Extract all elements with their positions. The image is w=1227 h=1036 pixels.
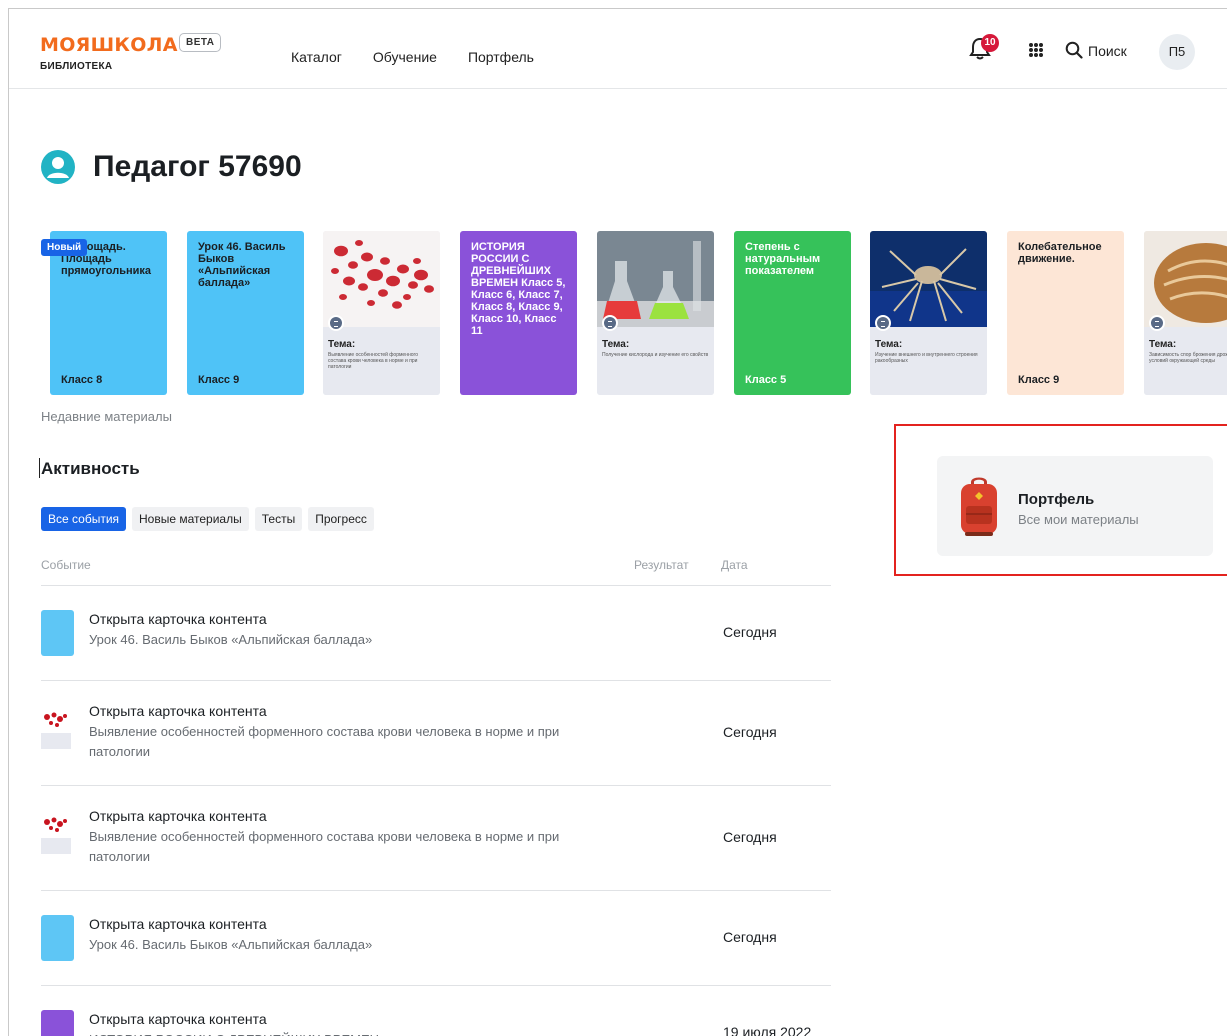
card-image	[870, 231, 987, 327]
card-topic-description: Выявление особенностей форменного состав…	[328, 352, 418, 370]
column-date: Дата	[721, 558, 748, 572]
card-grade: Класс 9	[198, 374, 240, 386]
card-topic-label: Тема:	[328, 339, 356, 350]
card-topic-label: Тема:	[1149, 339, 1177, 350]
card-title: Колебательное движение.	[1018, 241, 1102, 265]
beta-badge: BETA	[179, 33, 222, 52]
card-caption: Тема: Зависимость спор брожения дрожжей о…	[1144, 327, 1227, 395]
row-thumbnail	[41, 915, 74, 961]
filter-progress[interactable]: Прогресс	[308, 507, 374, 531]
profile-heading: Педагог 57690	[41, 150, 302, 184]
activity-filters: Все события Новые материалы Тесты Прогре…	[41, 507, 374, 531]
portfolio-card[interactable]: Портфель Все мои материалы	[937, 456, 1213, 556]
document-icon	[1149, 315, 1165, 331]
row-event-subtitle: ИСТОРИЯ РОССИИ С ДРЕВНЕЙШИХ ВРЕМЕН	[89, 1030, 589, 1036]
column-event: Событие	[41, 558, 91, 572]
column-result: Результат	[634, 558, 689, 572]
card-grade: Класс 5	[745, 374, 787, 386]
row-date: Сегодня	[723, 724, 777, 740]
portfolio-title: Портфель	[1018, 491, 1095, 508]
table-body: Открыта карточка контента Урок 46. Василь…	[41, 586, 831, 1036]
material-card[interactable]: Урок 46. Василь Быков «Альпийская баллад…	[187, 231, 304, 395]
activity-title: Активность	[41, 459, 140, 478]
row-thumbnail	[41, 1010, 74, 1036]
card-title: ИСТОРИЯ РОССИИ С ДРЕВНЕЙШИХ ВРЕМЕН Класс…	[471, 241, 566, 337]
row-thumbnail	[41, 610, 74, 656]
user-icon	[41, 150, 75, 184]
material-card[interactable]: Тема: Получение кислорода и изучение его …	[597, 231, 714, 395]
nav-catalog[interactable]: Каталог	[291, 49, 342, 65]
card-caption: Тема: Получение кислорода и изучение его …	[597, 327, 714, 395]
card-grade: Класс 8	[61, 374, 103, 386]
row-event-title: Открыта карточка контента	[89, 916, 267, 932]
row-event-subtitle: Выявление особенностей форменного состав…	[89, 829, 560, 864]
row-event-title: Открыта карточка контента	[89, 1011, 267, 1027]
row-date: 19 июля 2022	[723, 1024, 812, 1036]
portfolio-subtitle: Все мои материалы	[1018, 512, 1139, 527]
table-header: Событие Результат Дата	[41, 549, 831, 586]
document-icon	[602, 315, 618, 331]
filter-all-events[interactable]: Все события	[41, 507, 127, 531]
recent-materials-label: Недавние материалы	[41, 409, 172, 424]
card-topic-label: Тема:	[602, 339, 630, 350]
row-event-title: Открыта карточка контента	[89, 703, 267, 719]
row-date: Сегодня	[723, 624, 777, 640]
table-row[interactable]: Открыта карточка контента Выявление особе…	[41, 786, 831, 891]
recent-materials-carousel: …Площадь. Площадь прямоугольника Класс 8У…	[50, 231, 1227, 395]
new-badge: Новый	[41, 239, 88, 256]
row-event-subtitle: Урок 46. Василь Быков «Альпийская баллад…	[89, 632, 373, 647]
notifications-badge: 10	[981, 34, 999, 52]
row-date: Сегодня	[723, 829, 777, 845]
user-avatar[interactable]: П5	[1159, 34, 1195, 70]
page-title: Педагог 57690	[93, 150, 302, 183]
card-title: Урок 46. Василь Быков «Альпийская баллад…	[198, 241, 286, 289]
material-card[interactable]: Тема: Изучение внешнего и внутреннего стр…	[870, 231, 987, 395]
card-image	[597, 231, 714, 327]
logo-subtitle: БИБЛИОТЕКА	[40, 61, 113, 72]
card-image	[323, 231, 440, 327]
logo[interactable]: МОЯШКОЛА BETA БИБЛИОТЕКА	[40, 33, 222, 72]
activity-table: Событие Результат Дата Открыта карточка …	[41, 549, 831, 1036]
search-icon[interactable]	[1065, 41, 1083, 59]
card-grade: Класс 9	[1018, 374, 1060, 386]
row-thumbnail	[41, 709, 71, 749]
card-image	[1144, 231, 1227, 327]
row-event-subtitle: Выявление особенностей форменного состав…	[89, 724, 560, 759]
filter-tests[interactable]: Тесты	[254, 507, 303, 531]
row-event-subtitle: Урок 46. Василь Быков «Альпийская баллад…	[89, 937, 373, 952]
nav-portfolio[interactable]: Портфель	[468, 49, 534, 65]
row-thumbnail	[41, 814, 71, 854]
card-caption: Тема: Выявление особенностей форменного с…	[323, 327, 440, 395]
table-row[interactable]: Открыта карточка контента Выявление особе…	[41, 681, 831, 786]
table-row[interactable]: Открыта карточка контента Урок 46. Василь…	[41, 586, 831, 681]
backpack-icon	[961, 477, 997, 536]
card-topic-description: Изучение внешнего и внутреннего строения…	[875, 352, 978, 364]
card-topic-label: Тема:	[875, 339, 903, 350]
card-topic-description: Получение кислорода и изучение его свойс…	[602, 352, 709, 358]
row-date: Сегодня	[723, 929, 777, 945]
top-header: МОЯШКОЛА BETA БИБЛИОТЕКА Каталог Обучени…	[9, 9, 1227, 89]
material-card[interactable]: Колебательное движение. Класс 9	[1007, 231, 1124, 395]
apps-grid-icon[interactable]	[1029, 43, 1043, 57]
card-caption: Тема: Изучение внешнего и внутреннего стр…	[870, 327, 987, 395]
document-icon	[875, 315, 891, 331]
material-card[interactable]: Тема: Зависимость спор брожения дрожжей о…	[1144, 231, 1227, 395]
text-cursor	[39, 458, 40, 478]
card-title: Степень с натуральным показателем	[745, 241, 821, 277]
table-row[interactable]: Открыта карточка контента ИСТОРИЯ РОССИИ …	[41, 986, 831, 1036]
row-event-title: Открыта карточка контента	[89, 611, 267, 627]
nav-learning[interactable]: Обучение	[373, 49, 437, 65]
card-topic-description: Зависимость спор брожения дрожжей от усл…	[1149, 352, 1227, 364]
logo-wordmark: МОЯШКОЛА	[40, 34, 178, 56]
main-nav: Каталог Обучение Портфель	[291, 49, 534, 65]
filter-new-materials[interactable]: Новые материалы	[132, 507, 249, 531]
material-card[interactable]: ИСТОРИЯ РОССИИ С ДРЕВНЕЙШИХ ВРЕМЕН Класс…	[460, 231, 577, 395]
document-icon	[328, 315, 344, 331]
material-card[interactable]: Степень с натуральным показателем Класс 5	[734, 231, 851, 395]
row-event-title: Открыта карточка контента	[89, 808, 267, 824]
table-row[interactable]: Открыта карточка контента Урок 46. Василь…	[41, 891, 831, 986]
search-button[interactable]: Поиск	[1088, 43, 1127, 59]
material-card[interactable]: Тема: Выявление особенностей форменного с…	[323, 231, 440, 395]
